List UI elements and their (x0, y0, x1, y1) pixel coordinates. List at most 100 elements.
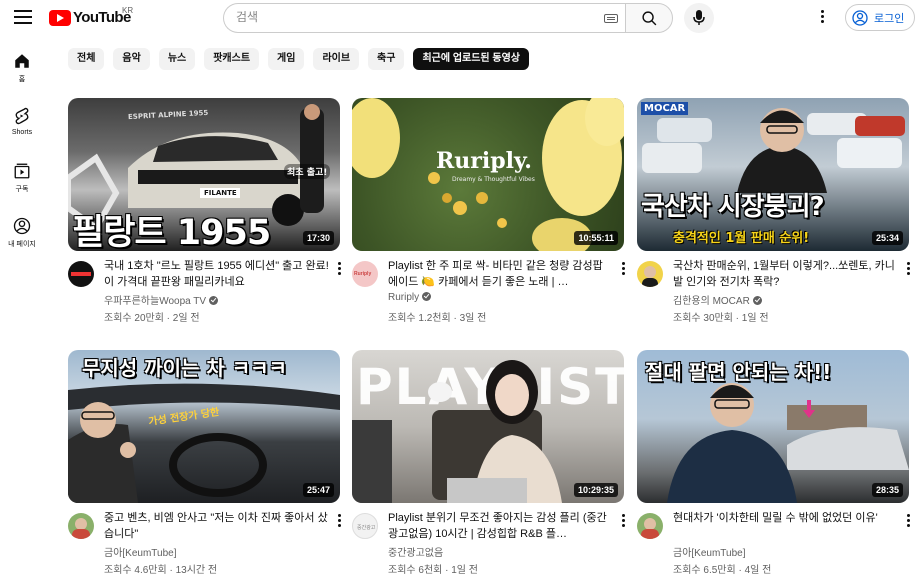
video-card[interactable]: Ruriply. Dreamy & Thoughtful Vibes 10:55… (352, 98, 625, 328)
video-menu-button[interactable] (903, 512, 913, 530)
settings-more-button[interactable] (814, 8, 830, 28)
channel-name[interactable]: Ruriply (388, 292, 614, 303)
channel-avatar[interactable] (68, 513, 94, 539)
channel-name-text[interactable]: 우파푸른하늘Woopa TV (104, 296, 206, 307)
video-thumbnail[interactable]: 절대 팔면 안되는 차!! 28:35 (637, 350, 909, 503)
sidebar-item-label: 홈 (18, 76, 26, 83)
search-input[interactable] (236, 10, 596, 24)
channel-name[interactable]: 중간광고없음 (388, 544, 614, 559)
thumb-headline: Ruriply. (436, 148, 532, 174)
verified-icon (209, 296, 219, 305)
sidebar-item-label: 구독 (15, 186, 29, 193)
video-thumbnail[interactable]: ESPRIT ALPINE 1955 FILANTE 최초 출고! 필랑트 19… (68, 98, 340, 251)
search-button[interactable] (625, 3, 673, 33)
sidebar-item-shorts[interactable]: Shorts (0, 99, 44, 147)
thumb-headline: 필랑트 1955 (72, 213, 271, 251)
channel-name-text[interactable]: 김한용의 MOCAR (673, 296, 750, 307)
video-meta: 조회수 6.5만회 · 4일 전 (673, 565, 772, 576)
voice-search-button[interactable] (684, 3, 714, 33)
signin-button[interactable]: 로그인 (845, 4, 915, 31)
sidebar-item-label: 내 페이지 (8, 241, 36, 248)
channel-avatar[interactable] (68, 261, 94, 287)
search-icon (642, 11, 657, 26)
sidebar-item-label: Shorts (11, 129, 33, 136)
video-meta: 조회수 4.6만회 · 13시간 전 (104, 565, 218, 576)
video-duration: 17:30 (302, 231, 334, 245)
chip-live[interactable]: 라이브 (313, 48, 360, 70)
chip-soccer[interactable]: 축구 (368, 48, 405, 70)
subscriptions-icon (14, 163, 30, 179)
channel-name[interactable]: 우파푸른하늘Woopa TV (104, 292, 330, 307)
thumb-headline: 절대 팔면 안되는 차!! (645, 360, 832, 384)
thumb-headline: 국산차 시장붕괴? (641, 192, 825, 222)
channel-name-text[interactable]: Ruriply (388, 292, 419, 303)
channel-name[interactable]: 금아[KeumTube] (104, 544, 330, 559)
chip-recently-uploaded[interactable]: 최근에 업로드된 동영상 (413, 48, 530, 70)
search-box (223, 3, 625, 33)
video-meta: 조회수 1.2천회 · 3일 전 (388, 313, 487, 324)
youtube-logo[interactable]: YouTube KR (49, 6, 134, 26)
video-thumbnail[interactable]: PLAYLIST 10:29:35 (352, 350, 624, 503)
sidebar-item-subscriptions[interactable]: 구독 (0, 154, 44, 202)
video-card[interactable]: 무지성 까이는 차 ㅋㅋㅋ 가성 전장가 당한 25:47 중고 벤츠, 비엠 … (68, 350, 341, 580)
thumb-logo: MOCAR (641, 102, 689, 115)
sidebar-item-account[interactable]: 내 페이지 (0, 209, 44, 257)
chip-podcasts[interactable]: 팟캐스트 (204, 48, 260, 70)
channel-name[interactable]: 금아[KeumTube] (673, 544, 899, 559)
thumb-plate: FILANTE (204, 189, 237, 197)
video-title[interactable]: Playlist 한 주 피로 싹- 비타민 같은 청량 감성팝 에이드 🍋 카… (388, 258, 614, 290)
region-code: KR (122, 6, 134, 15)
channel-avatar[interactable] (637, 513, 663, 539)
video-card[interactable]: MOCAR 국산차 시장붕괴? 충격적인 1월 판매 순위! 25:34 국산차… (637, 98, 910, 328)
channel-avatar[interactable]: 중간광고 (352, 513, 378, 539)
video-menu-button[interactable] (618, 512, 628, 530)
video-meta: 조회수 30만회 · 1일 전 (673, 313, 769, 324)
keyboard-icon[interactable] (604, 14, 618, 23)
shorts-icon (15, 107, 29, 125)
video-card[interactable]: ESPRIT ALPINE 1955 FILANTE 최초 출고! 필랑트 19… (68, 98, 341, 328)
chip-news[interactable]: 뉴스 (158, 48, 196, 70)
video-duration: 10:55:11 (574, 231, 618, 245)
thumb-subtitle: Dreamy & Thoughtful Vibes (452, 176, 535, 183)
chip-gaming[interactable]: 게임 (268, 48, 305, 70)
channel-name-text[interactable]: 중간광고없음 (388, 548, 443, 559)
chip-music[interactable]: 음악 (113, 48, 150, 70)
video-menu-button[interactable] (334, 260, 344, 278)
video-meta: 조회수 6천회 · 1일 전 (388, 565, 478, 576)
youtube-play-icon (49, 9, 71, 26)
video-thumbnail[interactable]: Ruriply. Dreamy & Thoughtful Vibes 10:55… (352, 98, 624, 251)
video-thumbnail[interactable]: MOCAR 국산차 시장붕괴? 충격적인 1월 판매 순위! 25:34 (637, 98, 909, 251)
video-duration: 25:47 (302, 483, 334, 497)
woman-illustration (352, 360, 562, 503)
video-title[interactable]: 중고 벤츠, 비엠 안사고 "저는 이차 진짜 좋아서 샀습니다" (104, 510, 330, 542)
video-title[interactable]: Playlist 분위기 무조건 좋아지는 감성 플리 (중간광고없음) 10시… (388, 510, 614, 542)
video-card[interactable]: PLAYLIST 10:29:35 중간광고 Playlist 분위기 무조건 … (352, 350, 625, 580)
video-menu-button[interactable] (903, 260, 913, 278)
video-card[interactable]: 절대 팔면 안되는 차!! 28:35 현대차가 '이차한테 밀릴 수 밖에 없… (637, 350, 910, 580)
video-title[interactable]: 국내 1호차 "르노 필랑트 1955 에디션" 출고 완료! 이 가격대 끝판… (104, 258, 330, 290)
video-menu-button[interactable] (618, 260, 628, 278)
video-duration: 10:29:35 (573, 483, 618, 497)
channel-name-text[interactable]: 금아[KeumTube] (104, 548, 177, 559)
thumb-subtitle: 충격적인 1월 판매 순위! (673, 231, 810, 246)
sidebar-item-home[interactable]: 홈 (0, 44, 44, 92)
thumb-bubble: 최초 출고! (284, 164, 331, 179)
channel-avatar[interactable]: Ruriply (352, 261, 378, 287)
filter-chips: 전체 음악 뉴스 팟캐스트 게임 라이브 축구 최근에 업로드된 동영상 (68, 48, 530, 70)
home-icon (15, 54, 29, 68)
channel-name-text[interactable]: 금아[KeumTube] (673, 548, 746, 559)
menu-icon[interactable] (14, 10, 32, 24)
user-icon (852, 9, 868, 26)
chip-all[interactable]: 전체 (68, 48, 105, 70)
account-icon (13, 217, 31, 235)
channel-avatar[interactable] (637, 261, 663, 287)
video-meta: 조회수 20만회 · 2일 전 (104, 313, 200, 324)
video-duration: 28:35 (871, 483, 903, 497)
channel-name[interactable]: 김한용의 MOCAR (673, 292, 899, 307)
verified-icon (422, 292, 432, 301)
video-title[interactable]: 현대차가 '이차한테 밀릴 수 밖에 없었던 이유' (673, 510, 899, 526)
video-thumbnail[interactable]: 무지성 까이는 차 ㅋㅋㅋ 가성 전장가 당한 25:47 (68, 350, 340, 503)
video-title[interactable]: 국산차 판매순위, 1월부터 이렇게?...쏘렌토, 카니발 인기와 전기차 폭… (673, 258, 899, 290)
microphone-icon (693, 10, 705, 25)
video-menu-button[interactable] (334, 512, 344, 530)
